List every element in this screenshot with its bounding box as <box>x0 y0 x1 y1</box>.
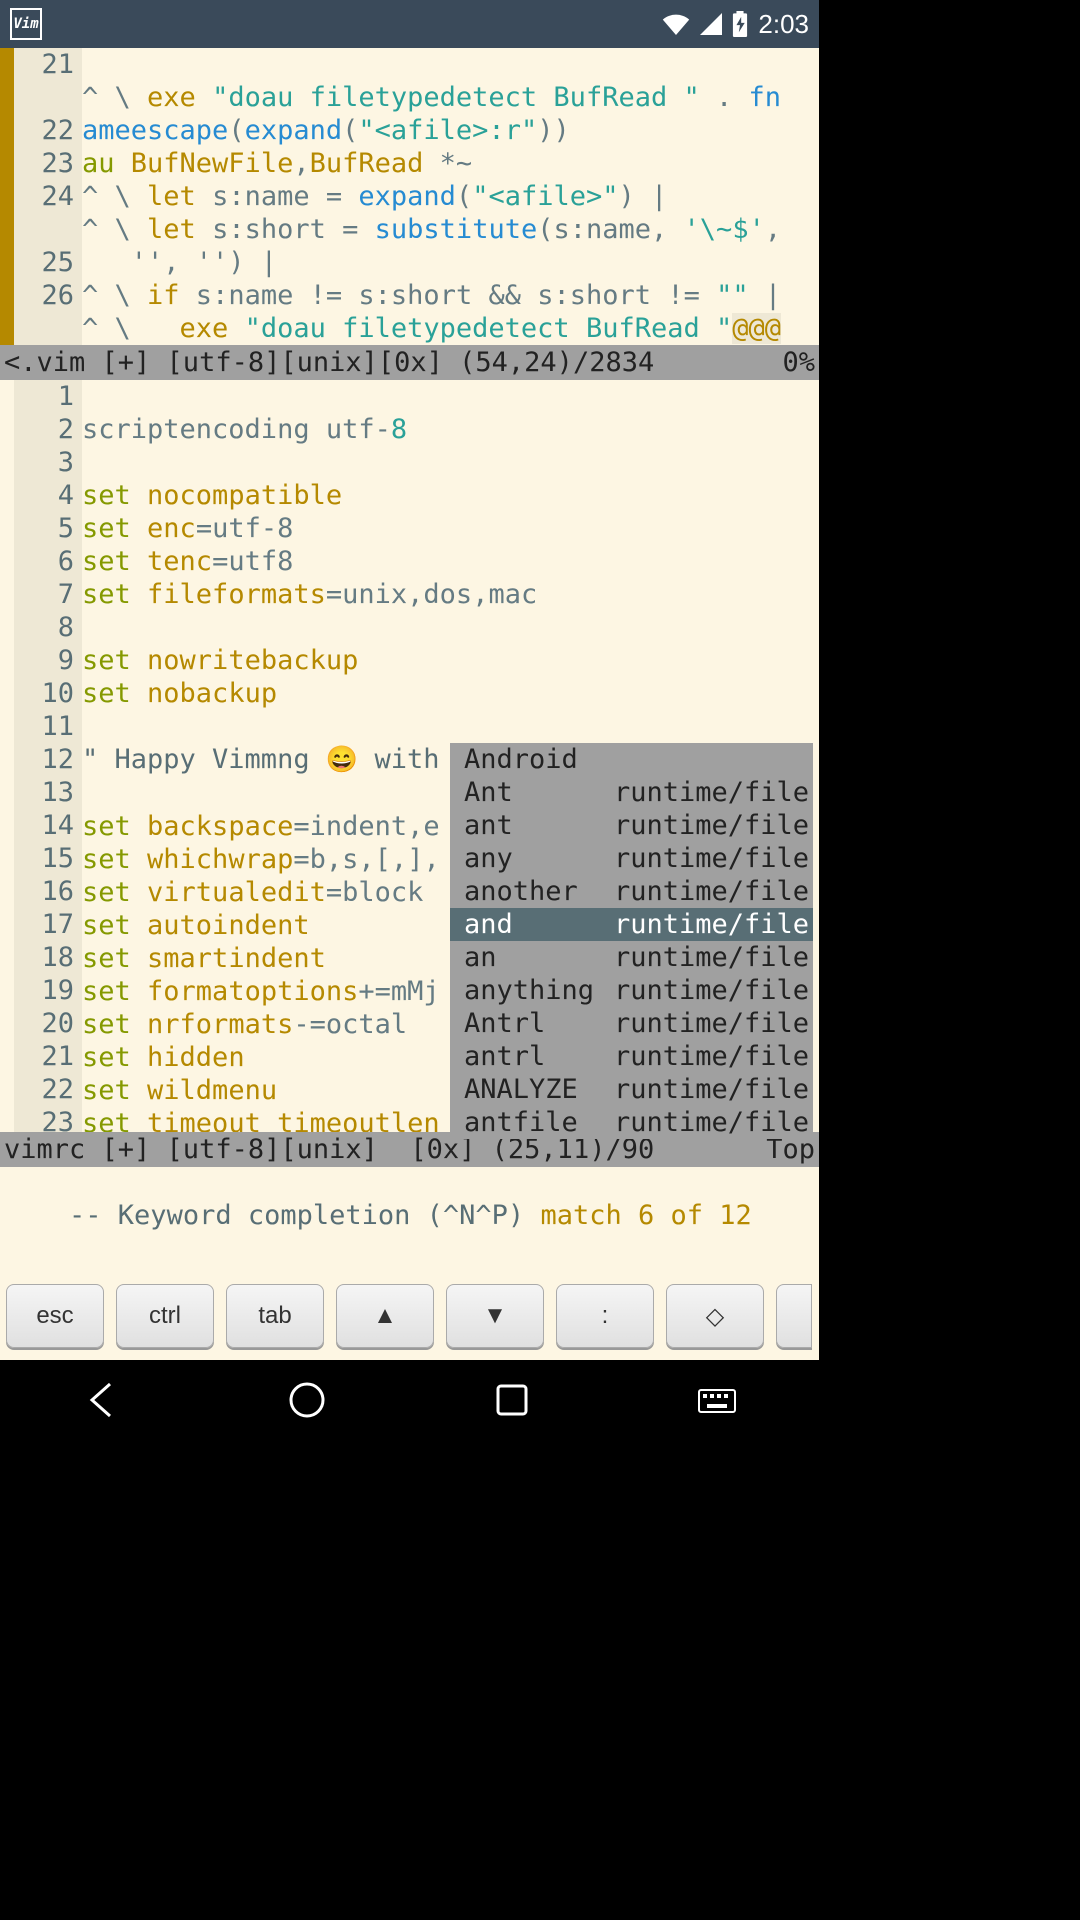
back-icon[interactable] <box>78 1376 126 1424</box>
completion-item[interactable]: anruntime/file <box>450 941 813 974</box>
completion-item[interactable]: antruntime/file <box>450 809 813 842</box>
completion-item[interactable]: Antruntime/file <box>450 776 813 809</box>
vim-app-icon: Vim <box>10 8 42 40</box>
completion-item[interactable]: anotherruntime/file <box>450 875 813 908</box>
completion-item[interactable]: anythingruntime/file <box>450 974 813 1007</box>
vim-key-toolbar: esc ctrl tab ▲ ▼ : ◇ <box>0 1264 819 1360</box>
android-nav-bar <box>0 1360 819 1440</box>
wifi-icon <box>662 13 690 35</box>
colon-key[interactable]: : <box>556 1284 654 1348</box>
top-code[interactable]: ^ \ exe "doau filetypedetect BufRead " .… <box>82 48 819 345</box>
top-statusline: <.vim [+] [utf-8][unix][0x] (54,24)/2834… <box>0 345 819 380</box>
completion-item[interactable]: Android <box>450 743 813 776</box>
completion-item[interactable]: anyruntime/file <box>450 842 813 875</box>
esc-key[interactable]: esc <box>6 1284 104 1348</box>
cell-signal-icon <box>700 13 722 35</box>
completion-item[interactable]: antrlruntime/file <box>450 1040 813 1073</box>
up-key[interactable]: ▲ <box>336 1284 434 1348</box>
completion-item[interactable]: ANALYZEruntime/file <box>450 1073 813 1106</box>
completion-item[interactable]: antfileruntime/file <box>450 1106 813 1139</box>
android-status-bar: Vim 2:03 <box>0 0 819 48</box>
more-key[interactable] <box>776 1284 812 1348</box>
top-pane[interactable]: 21 22 23 24 25 26 ^ \ exe "doau filetype… <box>0 48 819 380</box>
down-key[interactable]: ▼ <box>446 1284 544 1348</box>
recents-icon[interactable] <box>488 1376 536 1424</box>
tab-key[interactable]: tab <box>226 1284 324 1348</box>
message-line: -- Keyword completion (^N^P) match 6 of … <box>0 1167 819 1264</box>
vim-editor[interactable]: 21 22 23 24 25 26 ^ \ exe "doau filetype… <box>0 48 819 1360</box>
home-icon[interactable] <box>283 1376 331 1424</box>
bottom-pane[interactable]: 1234567891011121314151617181920212223242… <box>0 380 819 1167</box>
completion-item[interactable]: andruntime/file <box>450 908 813 941</box>
clock-time: 2:03 <box>758 9 809 40</box>
bottom-gutter: 1234567891011121314151617181920212223242… <box>0 380 82 1132</box>
completion-popup[interactable]: AndroidAntruntime/fileantruntime/fileany… <box>450 743 813 1139</box>
keyboard-icon[interactable] <box>693 1376 741 1424</box>
ctrl-key[interactable]: ctrl <box>116 1284 214 1348</box>
completion-item[interactable]: Antrlruntime/file <box>450 1007 813 1040</box>
battery-charging-icon <box>732 11 748 37</box>
top-gutter: 21 22 23 24 25 26 <box>0 48 82 345</box>
diamond-key[interactable]: ◇ <box>666 1284 764 1348</box>
